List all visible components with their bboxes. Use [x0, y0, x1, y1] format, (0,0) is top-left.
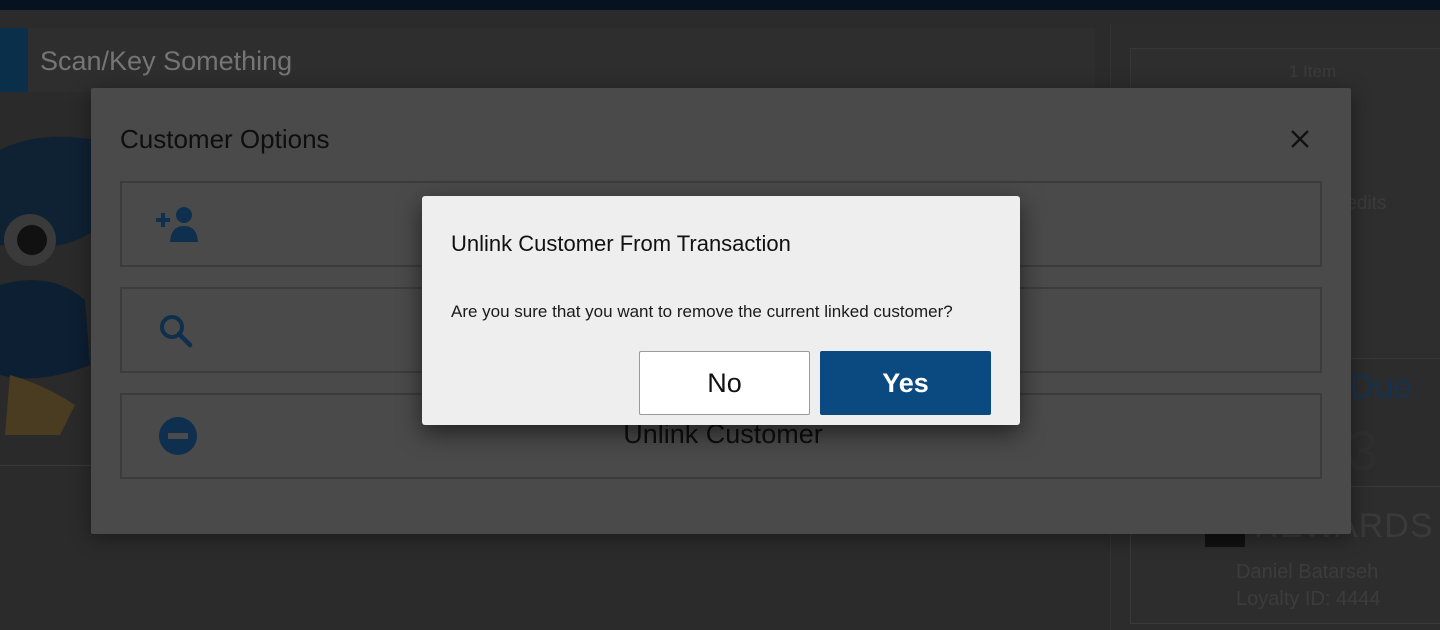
mascot-image [0, 136, 95, 435]
confirm-dialog-message: Are you sure that you want to remove the… [451, 302, 953, 321]
customer-options-title: Customer Options [120, 124, 330, 154]
amount-due-value: 3 [1347, 419, 1379, 482]
rewards-loyalty-id: Loyalty ID: 4444 [1236, 588, 1381, 610]
scan-accent [0, 28, 28, 92]
add-person-icon [156, 207, 198, 242]
yes-button[interactable]: Yes [820, 351, 991, 415]
confirm-dialog-title: Unlink Customer From Transaction [451, 231, 791, 256]
close-icon[interactable] [1285, 124, 1315, 154]
scan-input[interactable] [38, 44, 742, 78]
search-icon [160, 315, 193, 348]
rewards-customer-name: Daniel Batarseh [1236, 561, 1379, 583]
item-count: 1 Item [1288, 62, 1337, 81]
top-bar [0, 0, 1440, 10]
amount-due-label: Due [1350, 368, 1413, 406]
no-button[interactable]: No [639, 351, 810, 415]
